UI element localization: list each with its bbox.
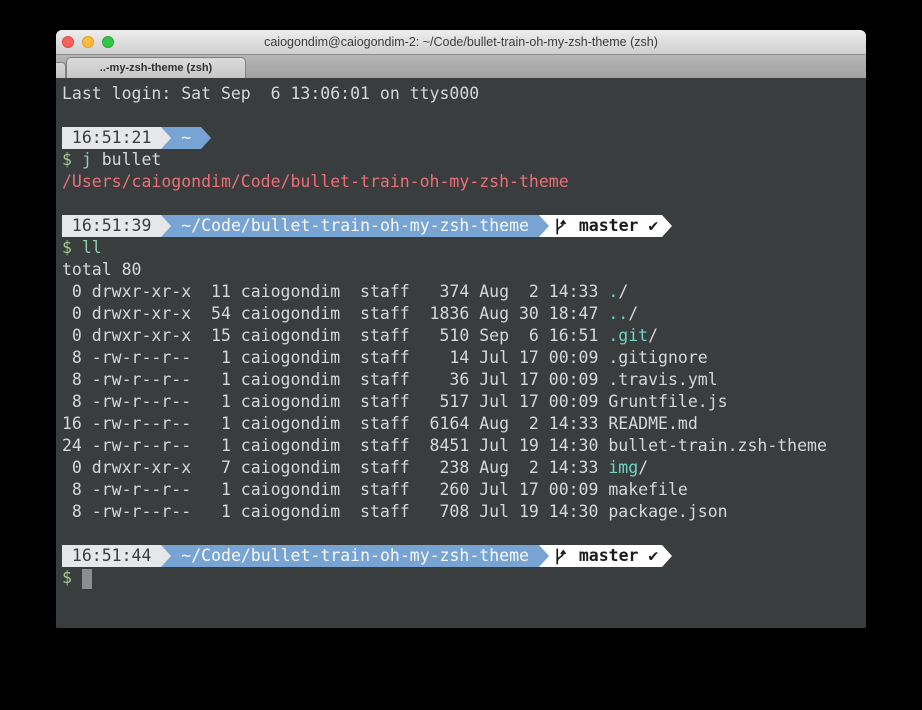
listing-row: 8 -rw-r--r-- 1 caiogondim staff 36 Jul 1… [62,369,866,391]
listing-row: 0 drwxr-xr-x 54 caiogondim staff 1836 Au… [62,303,866,325]
listing-row: 0 drwxr-xr-x 15 caiogondim staff 510 Sep… [62,325,866,347]
file-meta: 0 drwxr-xr-x 7 caiogondim staff 238 Aug … [62,458,608,477]
command-line: $ j bullet [62,149,866,171]
dir-slash: / [638,458,648,477]
powerline-arrow-icon [161,127,171,149]
listing-row: 8 -rw-r--r-- 1 caiogondim staff 708 Jul … [62,501,866,523]
terminal-screen[interactable]: Last login: Sat Sep 6 13:06:01 on ttys00… [56,78,866,628]
file-meta: 16 -rw-r--r-- 1 caiogondim staff 6164 Au… [62,414,608,433]
tab-active[interactable]: ..-my-zsh-theme (zsh) [66,57,246,78]
tab-well-edge [56,62,66,78]
dir-name: .. [608,304,628,323]
listing-row: 24 -rw-r--r-- 1 caiogondim staff 8451 Ju… [62,435,866,457]
command-text: j [72,150,92,169]
prompt-path-segment: ~/Code/bullet-train-oh-my-zsh-theme [171,545,539,567]
tab-label: ..-my-zsh-theme (zsh) [100,62,212,74]
file-meta: 8 -rw-r--r-- 1 caiogondim staff 260 Jul … [62,480,608,499]
powerline-arrow-icon [201,127,211,149]
command-text: ll [72,238,102,257]
file-name: makefile [608,480,687,499]
dir-name: img [608,458,638,477]
last-login-line: Last login: Sat Sep 6 13:06:01 on ttys00… [62,83,866,105]
prompt-git-segment: master ✔ [549,545,662,567]
prompt-time-segment: 16:51:39 [62,215,161,237]
listing-row: 8 -rw-r--r-- 1 caiogondim staff 517 Jul … [62,391,866,413]
prompt-time-segment: 16:51:44 [62,545,161,567]
prompt-line: 16:51:21 ~ [62,127,866,149]
git-clean-check-icon: ✔ [648,215,658,237]
dir-slash: / [628,304,638,323]
prompt-time-segment: 16:51:21 [62,127,161,149]
command-line: $ ll [62,237,866,259]
git-branch-label: master [569,545,648,567]
window-title: caiogondim@caiogondim-2: ~/Code/bullet-t… [56,30,866,54]
file-meta: 24 -rw-r--r-- 1 caiogondim staff 8451 Ju… [62,436,608,455]
powerline-arrow-icon [539,215,549,237]
prompt-dollar: $ [62,568,72,587]
file-meta: 8 -rw-r--r-- 1 caiogondim staff 708 Jul … [62,502,608,521]
prompt-dollar: $ [62,150,72,169]
file-meta: 8 -rw-r--r-- 1 caiogondim staff 36 Jul 1… [62,370,608,389]
git-clean-check-icon: ✔ [648,545,658,567]
file-name: Gruntfile.js [608,392,727,411]
dir-name: . [608,282,618,301]
powerline-arrow-icon [662,215,672,237]
powerline-arrow-icon [539,545,549,567]
file-name: package.json [608,502,727,521]
listing-row: 0 drwxr-xr-x 7 caiogondim staff 238 Aug … [62,457,866,479]
powerline-arrow-icon [161,215,171,237]
terminal-window: caiogondim@caiogondim-2: ~/Code/bullet-t… [56,30,866,628]
prompt-git-segment: master ✔ [549,215,662,237]
dir-name: .git [608,326,648,345]
powerline-arrow-icon [161,545,171,567]
listing-row: 8 -rw-r--r-- 1 caiogondim staff 14 Jul 1… [62,347,866,369]
terminal-cursor [82,569,92,589]
prompt-line: 16:51:39 ~/Code/bullet-train-oh-my-zsh-t… [62,215,866,237]
blank-line [62,523,866,545]
listing-row: 8 -rw-r--r-- 1 caiogondim staff 260 Jul … [62,479,866,501]
file-name: .gitignore [608,348,707,367]
listing-row: 0 drwxr-xr-x 11 caiogondim staff 374 Aug… [62,281,866,303]
prompt-line: 16:51:44 ~/Code/bullet-train-oh-my-zsh-t… [62,545,866,567]
file-name: README.md [608,414,697,433]
window-titlebar[interactable]: caiogondim@caiogondim-2: ~/Code/bullet-t… [56,30,866,55]
file-meta: 8 -rw-r--r-- 1 caiogondim staff 517 Jul … [62,392,608,411]
file-name: bullet-train.zsh-theme [608,436,827,455]
git-branch-icon [554,217,567,236]
command-args: bullet [92,150,162,169]
file-meta: 0 drwxr-xr-x 11 caiogondim staff 374 Aug… [62,282,608,301]
file-meta: 0 drwxr-xr-x 54 caiogondim staff 1836 Au… [62,304,608,323]
jump-output-line: /Users/caiogondim/Code/bullet-train-oh-m… [62,171,866,193]
total-line: total 80 [62,259,866,281]
git-branch-label: master [569,215,648,237]
prompt-dollar: $ [62,238,72,257]
blank-line [62,105,866,127]
blank-line [62,193,866,215]
tab-bar: ..-my-zsh-theme (zsh) [56,55,866,79]
prompt-path-segment: ~/Code/bullet-train-oh-my-zsh-theme [171,215,539,237]
file-meta: 8 -rw-r--r-- 1 caiogondim staff 14 Jul 1… [62,348,608,367]
listing-row: 16 -rw-r--r-- 1 caiogondim staff 6164 Au… [62,413,866,435]
prompt-path-segment: ~ [171,127,201,149]
dir-slash: / [618,282,628,301]
file-meta: 0 drwxr-xr-x 15 caiogondim staff 510 Sep… [62,326,608,345]
input-line[interactable]: $ [62,567,866,589]
file-name: .travis.yml [608,370,717,389]
git-branch-icon [554,547,567,566]
dir-slash: / [648,326,658,345]
powerline-arrow-icon [662,545,672,567]
